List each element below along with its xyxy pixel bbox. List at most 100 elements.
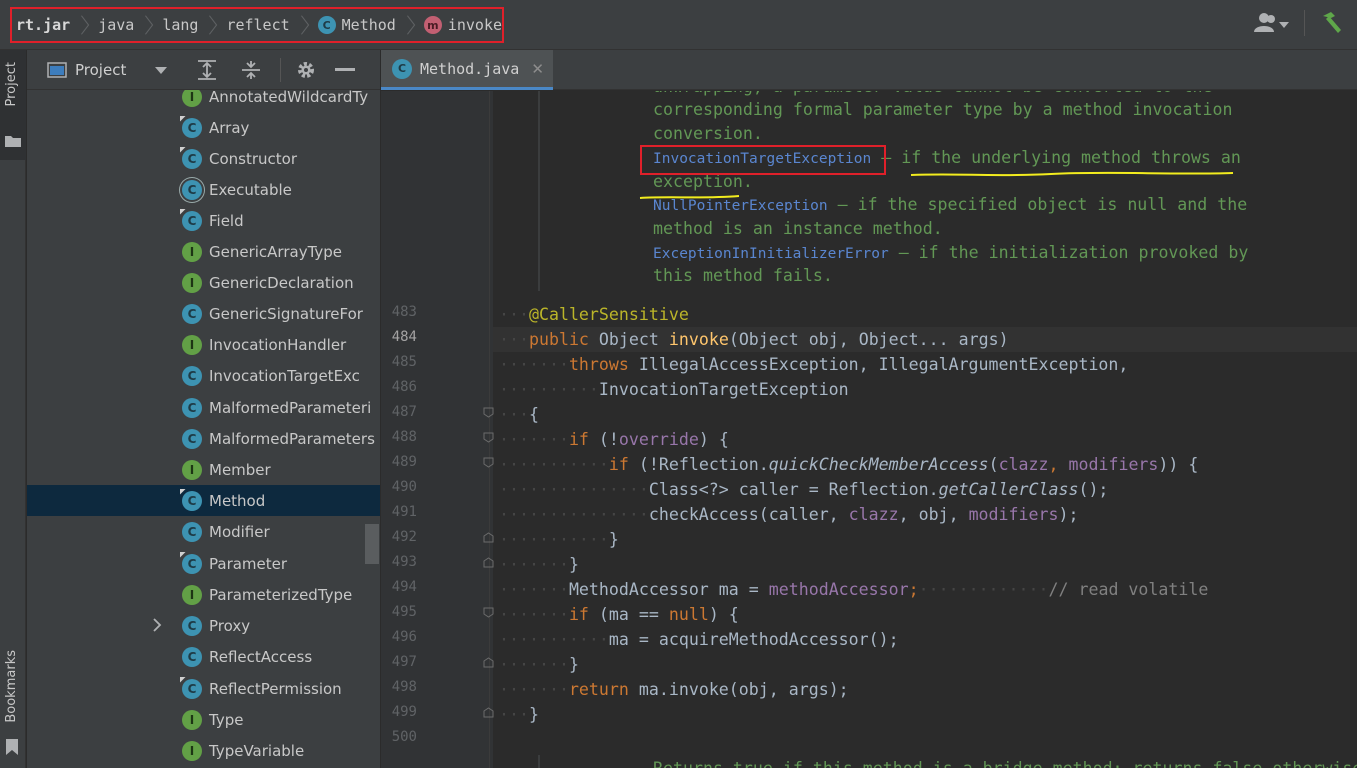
tree-item-parameterizedtype[interactable]: I ParameterizedType bbox=[27, 579, 380, 610]
final-class-icon: C bbox=[182, 148, 202, 169]
chevron-down-icon[interactable] bbox=[154, 65, 168, 75]
tree-item-executable[interactable]: C Executable bbox=[27, 174, 380, 205]
interface-icon: I bbox=[182, 272, 202, 293]
breadcrumb-item-lang[interactable]: lang bbox=[162, 9, 198, 41]
code-comment: // read volatile bbox=[1048, 580, 1209, 599]
tree-item-field[interactable]: C Field bbox=[27, 205, 380, 236]
breadcrumb-item-method[interactable]: C Method bbox=[317, 9, 396, 41]
tree-item-parameter[interactable]: C Parameter bbox=[27, 548, 380, 579]
tree-item-type[interactable]: I Type bbox=[27, 704, 380, 735]
expand-all-icon[interactable] bbox=[196, 59, 218, 81]
code-editor[interactable]: unwrapping, a parameter value cannot be … bbox=[381, 91, 1357, 768]
bookmarks-tool-label[interactable]: Bookmarks bbox=[4, 650, 19, 723]
code-line-497: ·······} bbox=[499, 655, 579, 674]
breadcrumb-label: rt.jar bbox=[16, 16, 71, 34]
final-class-icon: C bbox=[182, 490, 202, 511]
tree-item-modifier[interactable]: C Modifier bbox=[27, 516, 380, 547]
code-text: } bbox=[568, 555, 579, 574]
tree-item-label: GenericArrayType bbox=[209, 242, 343, 261]
code-keyword: public bbox=[528, 330, 589, 349]
code-text: ) { bbox=[708, 605, 739, 624]
code-field: modifiers bbox=[1068, 455, 1159, 474]
fold-marker-icon[interactable] bbox=[483, 657, 494, 668]
code-text: (! bbox=[588, 430, 619, 449]
tree-item-label: Constructor bbox=[209, 149, 298, 168]
line-number: 494 bbox=[391, 579, 417, 595]
fold-marker-icon[interactable] bbox=[483, 532, 494, 543]
tree-item-label: ReflectAccess bbox=[209, 647, 313, 666]
line-number: 487 bbox=[391, 404, 417, 420]
doc-link-exceptionininitializererror[interactable]: ExceptionInInitializerError bbox=[653, 246, 889, 262]
tree-item-member[interactable]: I Member bbox=[27, 454, 380, 485]
breadcrumb-item-invoke[interactable]: m invoke bbox=[423, 9, 502, 41]
code-line-485: ·······throws IllegalAccessException, Il… bbox=[499, 355, 1129, 374]
line-number: 497 bbox=[391, 654, 417, 670]
code-line-487: ···{ bbox=[499, 405, 539, 424]
breadcrumb-label: java bbox=[98, 16, 135, 34]
tree-scrollbar[interactable] bbox=[365, 524, 379, 564]
project-tool-label[interactable]: Project bbox=[4, 62, 19, 106]
tree-item-malformedparameterizedtypeexception[interactable]: C MalformedParameteri bbox=[27, 392, 380, 423]
user-account-icon[interactable] bbox=[1252, 10, 1290, 36]
tree-item-genericsignatureformaterror[interactable]: C GenericSignatureFor bbox=[27, 298, 380, 329]
tree-item-proxy[interactable]: C Proxy bbox=[27, 610, 380, 641]
minimize-icon[interactable] bbox=[335, 67, 356, 72]
tree-item-malformedparametersexception[interactable]: C MalformedParameters bbox=[27, 423, 380, 454]
tree-item-typevariable[interactable]: I TypeVariable bbox=[27, 735, 380, 766]
tree-item-genericdeclaration[interactable]: I GenericDeclaration bbox=[27, 267, 380, 298]
interface-icon: I bbox=[182, 740, 202, 761]
collapse-all-icon[interactable] bbox=[240, 59, 262, 81]
code-line-486: ··········InvocationTargetException bbox=[499, 380, 849, 399]
code-keyword: if bbox=[568, 430, 589, 449]
fold-marker-icon[interactable] bbox=[483, 607, 494, 618]
project-panel: Project I AnnotatedWildcardTy C Array C Con… bbox=[27, 50, 380, 768]
bookmark-icon[interactable] bbox=[5, 738, 19, 756]
folder-icon bbox=[5, 136, 21, 147]
code-text: (Object obj, Object... args) bbox=[728, 330, 1009, 349]
line-number: 500 bbox=[391, 729, 417, 745]
code-line-496: ···········ma = acquireMethodAccessor(); bbox=[499, 630, 899, 649]
tree-item-constructor[interactable]: C Constructor bbox=[27, 143, 380, 174]
tree-item-annotatedwildcardtype[interactable]: I AnnotatedWildcardTy bbox=[27, 90, 380, 112]
tree-item-invocationhandler[interactable]: I InvocationHandler bbox=[27, 329, 380, 360]
tree-item-reflectaccess[interactable]: C ReflectAccess bbox=[27, 641, 380, 672]
tab-method-java[interactable]: C Method.java ✕ bbox=[381, 50, 553, 90]
code-keyword: if bbox=[568, 605, 589, 624]
navbar-actions bbox=[1252, 10, 1345, 36]
interface-icon: I bbox=[182, 584, 202, 605]
fold-marker-icon[interactable] bbox=[483, 407, 494, 418]
gear-icon[interactable] bbox=[295, 59, 317, 81]
tree-item-reflectpermission[interactable]: C ReflectPermission bbox=[27, 673, 380, 704]
code-text: )) { bbox=[1158, 455, 1199, 474]
tree-item-label: MalformedParameters bbox=[209, 429, 375, 448]
tree-item-genericarraytype[interactable]: I GenericArrayType bbox=[27, 236, 380, 267]
chevron-right-icon[interactable] bbox=[151, 617, 163, 633]
breadcrumb-label: Method bbox=[341, 16, 396, 34]
fold-marker-icon[interactable] bbox=[483, 707, 494, 718]
code-keyword: throws bbox=[568, 355, 629, 374]
doc-line: conversion. bbox=[653, 124, 763, 143]
breadcrumb-separator-icon bbox=[300, 15, 309, 35]
doc-line: corresponding formal parameter type by a… bbox=[653, 100, 1233, 119]
code-annotation: @CallerSensitive bbox=[528, 305, 689, 324]
breadcrumb-item-reflect[interactable]: reflect bbox=[226, 9, 289, 41]
close-icon[interactable]: ✕ bbox=[531, 60, 544, 78]
fold-marker-icon[interactable] bbox=[483, 432, 494, 443]
project-panel-title[interactable]: Project bbox=[75, 61, 126, 79]
tree-item-array[interactable]: C Array bbox=[27, 112, 380, 143]
fold-marker-icon[interactable] bbox=[483, 457, 494, 468]
tree-item-method[interactable]: C Method bbox=[27, 485, 380, 516]
line-number: 483 bbox=[391, 304, 417, 320]
code-line-489: ···········if (!Reflection.quickCheckMem… bbox=[499, 455, 1199, 474]
line-number: 495 bbox=[391, 604, 417, 620]
class-icon: C bbox=[182, 397, 202, 418]
breadcrumb-item-java[interactable]: java bbox=[98, 9, 134, 41]
build-hammer-icon[interactable] bbox=[1319, 10, 1345, 36]
code-keyword: null bbox=[668, 605, 709, 624]
tree-item-label: GenericSignatureFor bbox=[209, 304, 363, 323]
fold-marker-icon[interactable] bbox=[483, 557, 494, 568]
tree-item-label: Array bbox=[209, 118, 250, 137]
breadcrumb-item-rt-jar[interactable]: rt.jar bbox=[16, 9, 70, 41]
tree-item-invocationtargetexception[interactable]: C InvocationTargetExc bbox=[27, 360, 380, 391]
left-tool-strip: Project Bookmarks bbox=[0, 50, 26, 768]
